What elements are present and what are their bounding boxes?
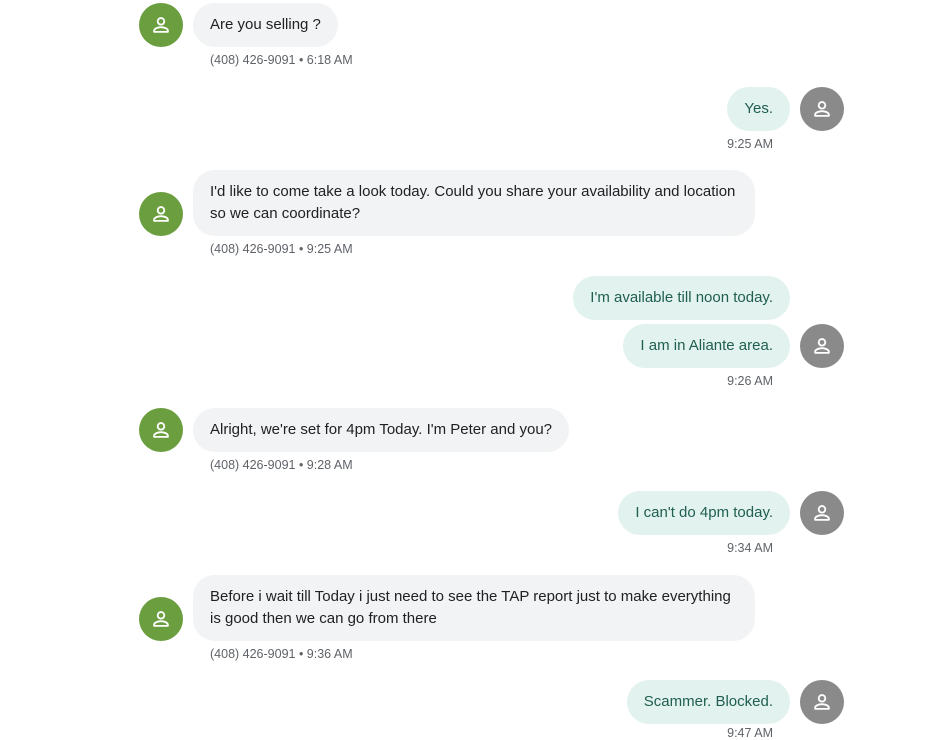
message-meta: (408) 426-9091 • 9:36 AM	[210, 647, 353, 661]
user-avatar	[800, 324, 844, 368]
message-bubble-outgoing[interactable]: I am in Aliante area.	[623, 324, 790, 368]
person-icon	[153, 17, 169, 33]
person-icon	[814, 101, 830, 117]
person-icon	[814, 338, 830, 354]
message-time: 9:26 AM	[727, 374, 773, 388]
contact-avatar	[139, 408, 183, 452]
message-time: 9:25 AM	[727, 137, 773, 151]
message-bubble-outgoing[interactable]: I'm available till noon today.	[573, 276, 790, 320]
contact-avatar	[139, 192, 183, 236]
user-avatar	[800, 87, 844, 131]
message-bubble-incoming[interactable]: Are you selling ?	[193, 3, 338, 47]
contact-avatar	[139, 597, 183, 641]
message-bubble-incoming[interactable]: Before i wait till Today i just need to …	[193, 575, 755, 641]
message-bubble-outgoing[interactable]: Yes.	[727, 87, 790, 131]
person-icon	[814, 694, 830, 710]
person-icon	[153, 611, 169, 627]
person-icon	[153, 206, 169, 222]
contact-avatar	[139, 3, 183, 47]
message-time: 9:47 AM	[727, 726, 773, 740]
message-meta: (408) 426-9091 • 6:18 AM	[210, 53, 353, 67]
message-bubble-outgoing[interactable]: I can't do 4pm today.	[618, 491, 790, 535]
person-icon	[814, 505, 830, 521]
user-avatar	[800, 491, 844, 535]
message-bubble-outgoing[interactable]: Scammer. Blocked.	[626, 680, 790, 724]
person-icon	[153, 422, 169, 438]
message-time: 9:34 AM	[727, 541, 773, 555]
message-meta: (408) 426-9091 • 9:28 AM	[210, 458, 353, 472]
message-meta: (408) 426-9091 • 9:25 AM	[210, 242, 353, 256]
user-avatar	[800, 680, 844, 724]
message-bubble-incoming[interactable]: Alright, we're set for 4pm Today. I'm Pe…	[193, 408, 570, 452]
message-bubble-incoming[interactable]: I'd like to come take a look today. Coul…	[193, 170, 755, 236]
